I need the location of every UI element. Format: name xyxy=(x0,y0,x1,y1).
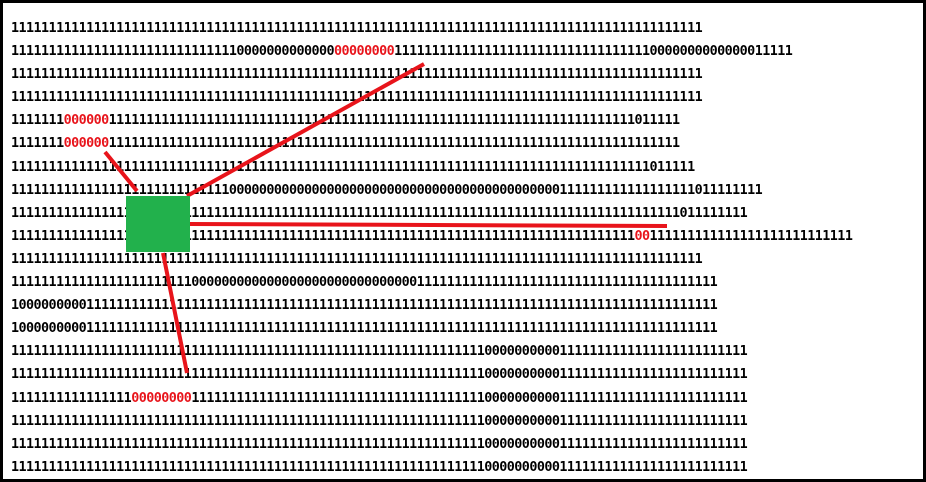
grid-row: 1111111111111111111111111111111111111111… xyxy=(11,225,853,248)
grid-digits: 1111111111111111111111111111111111111111… xyxy=(11,344,748,360)
grid-digits: 1111111111111111111111111111111111111110… xyxy=(191,390,748,406)
ray-hit-zeros: 00000000 xyxy=(334,44,395,60)
grid-digits: 1111111111111111111111110000000000000000… xyxy=(11,275,718,291)
grid-row: 1111111000000111111111111111111111111111… xyxy=(11,132,852,155)
grid-digits: 1111111 xyxy=(11,113,64,129)
binary-occupancy-grid: 1111111111111111111111111111111111111111… xyxy=(11,17,853,479)
grid-digits: 1111111111111111111111111111111111111111… xyxy=(11,459,748,475)
grid-digits: 1111111111111111111111111111111111111111… xyxy=(108,136,680,152)
grid-row: 1111111000000111111111111111111111111111… xyxy=(11,109,852,132)
map-frame: 1111111111111111111111111111111111111111… xyxy=(0,0,926,482)
grid-row: 1111111111111111111111111111100000000000… xyxy=(11,179,852,202)
grid-digits: 1111111111111111111111111111100000000000… xyxy=(11,182,763,198)
grid-row: 1111111111111111111111111111111111111111… xyxy=(11,410,852,433)
grid-digits: 1111111111111111111111111111111111111111… xyxy=(11,367,748,383)
grid-digits: 1111111111111111111111111111111111111111… xyxy=(11,228,635,244)
grid-digits: 1111111111111111111111111111111111111111… xyxy=(11,67,703,83)
grid-row: 1111111111111111111111111111111111111111… xyxy=(11,17,852,40)
ray-hit-zeros: 00000000 xyxy=(131,390,192,406)
grid-digits: 1111111111111111111111111111110000000000… xyxy=(11,44,335,60)
ray-hit-zeros: 000000 xyxy=(63,113,110,129)
grid-row: 1111111111111111111111111111111111111111… xyxy=(11,433,852,456)
grid-digits: 111111111111111111111111111 xyxy=(649,228,853,244)
ray-hit-zeros: 00 xyxy=(634,228,650,244)
grid-row: 1111111111111111111111111111111111111111… xyxy=(11,86,852,109)
grid-row: 1111111111111111111111111111111111111111… xyxy=(11,63,852,86)
grid-digits: 1111111111111111111111111111111111111111… xyxy=(11,436,748,452)
grid-digits: 1111111111111111111111111111111111111111… xyxy=(11,159,695,175)
grid-row: 1111111111111111111111111111111111111111… xyxy=(11,363,852,386)
grid-digits: 1111111111111111111111111111111111111111… xyxy=(11,413,748,429)
ray-hit-zeros: 000000 xyxy=(63,136,110,152)
grid-row: 1000000000111111111111111111111111111111… xyxy=(11,317,852,340)
grid-digits: 1111111111111111111111111111111111111111… xyxy=(11,205,748,221)
grid-digits: 1000000000111111111111111111111111111111… xyxy=(11,298,718,314)
grid-row: 1111111111111111111111111111111111111111… xyxy=(11,248,852,271)
grid-digits: 1000000000111111111111111111111111111111… xyxy=(11,321,718,337)
grid-digits: 1111111 xyxy=(11,136,64,152)
grid-row: 1000000000111111111111111111111111111111… xyxy=(11,294,852,317)
grid-row: 1111111111111111000000001111111111111111… xyxy=(11,387,852,410)
grid-row: 1111111111111111111111111111111111111111… xyxy=(11,340,852,363)
grid-digits: 1111111111111111 xyxy=(11,390,132,406)
grid-row: 1111111111111111111111111111111111111111… xyxy=(11,156,852,179)
grid-digits: 1111111111111111111111111111111111111111… xyxy=(11,21,703,36)
grid-row: 1111111111111111111111111111110000000000… xyxy=(11,40,852,63)
grid-digits: 1111111111111111111111111111111111111111… xyxy=(11,251,703,267)
grid-row: 1111111111111111111111111111111111111111… xyxy=(11,456,852,479)
grid-digits: 1111111111111111111111111111111111111111… xyxy=(11,90,703,106)
grid-digits: 1111111111111111111111111111111111111111… xyxy=(108,113,680,129)
grid-digits: 1111111111111111111111111111111111000000… xyxy=(394,44,793,60)
grid-row: 1111111111111111111111111111111111111111… xyxy=(11,202,852,225)
grid-row: 1111111111111111111111110000000000000000… xyxy=(11,271,852,294)
